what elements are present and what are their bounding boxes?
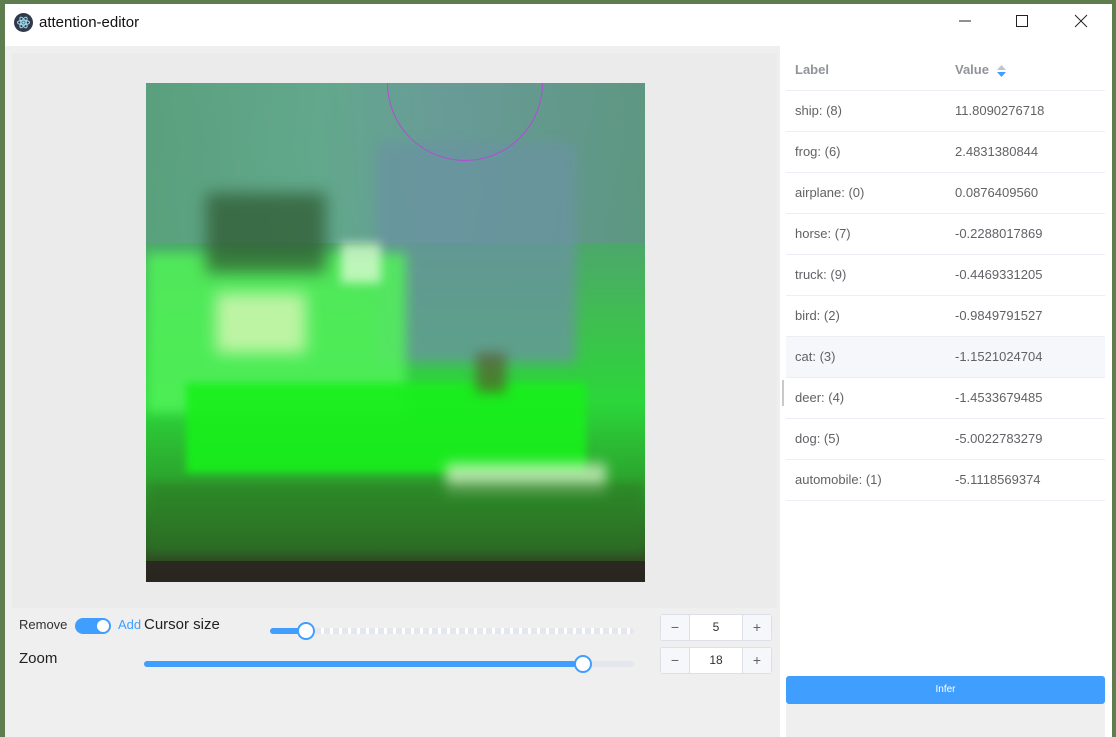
row-value: -1.4533679485 [955, 390, 1043, 405]
canvas-patch [186, 383, 586, 473]
canvas-patch [146, 561, 645, 582]
canvas-patch [376, 143, 576, 363]
row-label: frog: (6) [795, 144, 841, 159]
row-label: horse: (7) [795, 226, 851, 241]
minimize-button[interactable] [936, 4, 994, 38]
row-label: bird: (2) [795, 308, 840, 323]
pane-resize-handle[interactable] [782, 380, 784, 406]
zoom-slider[interactable] [144, 655, 634, 673]
table-header: Label Value [786, 46, 1105, 91]
cursor-size-decrement-button[interactable]: − [661, 615, 690, 640]
cursor-size-value[interactable]: 5 [690, 615, 742, 640]
zoom-label: Zoom [19, 650, 58, 667]
cursor-size-stepper[interactable]: − 5 + [660, 614, 772, 641]
table-row[interactable]: dog: (5) -5.0022783279 [786, 419, 1105, 460]
minimize-icon [959, 20, 971, 22]
cursor-size-increment-button[interactable]: + [742, 615, 771, 640]
close-icon [1074, 14, 1088, 28]
close-button[interactable] [1052, 4, 1110, 38]
title-bar: attention-editor [5, 4, 1112, 40]
mode-remove-label: Remove [19, 617, 68, 632]
toggle-knob [97, 620, 109, 632]
canvas-patch [476, 353, 506, 393]
editor-pane: Remove Add Cursor size − 5 + Zoom − 18 + [5, 46, 780, 737]
row-value: 0.0876409560 [955, 185, 1039, 200]
infer-button[interactable]: Infer [786, 676, 1105, 704]
table-row[interactable]: ship: (8) 11.8090276718 [786, 91, 1105, 132]
remove-add-toggle[interactable] [75, 618, 111, 634]
table-row[interactable]: cat: (3) -1.1521024704 [786, 337, 1105, 378]
table-row[interactable]: truck: (9) -0.4469331205 [786, 255, 1105, 296]
row-value: -5.1118569374 [955, 472, 1041, 487]
table-row[interactable]: automobile: (1) -5.1118569374 [786, 460, 1105, 501]
cursor-size-slider-handle[interactable] [297, 622, 315, 640]
canvas-patch [146, 483, 645, 553]
row-value: -0.9849791527 [955, 308, 1043, 323]
zoom-slider-fill [144, 661, 583, 667]
sort-caret-icon[interactable] [997, 65, 1006, 77]
table-row[interactable]: airplane: (0) 0.0876409560 [786, 173, 1105, 214]
table-row[interactable]: horse: (7) -0.2288017869 [786, 214, 1105, 255]
pane-footer [786, 704, 1105, 737]
row-value: -0.2288017869 [955, 226, 1043, 241]
table-row[interactable]: deer: (4) -1.4533679485 [786, 378, 1105, 419]
canvas-area [12, 53, 777, 608]
attention-image-canvas[interactable] [146, 83, 645, 582]
zoom-slider-handle[interactable] [574, 655, 592, 673]
canvas-patch [206, 193, 326, 273]
window-title: attention-editor [39, 14, 140, 31]
table-row[interactable]: frog: (6) 2.4831380844 [786, 132, 1105, 173]
column-header-value[interactable]: Value [955, 62, 989, 77]
cursor-size-label: Cursor size [144, 616, 220, 633]
row-label: ship: (8) [795, 103, 842, 118]
electron-app-icon [14, 13, 33, 32]
row-value: -5.0022783279 [955, 431, 1043, 446]
row-label: deer: (4) [795, 390, 845, 405]
app-window: attention-editor Remove Add Cursor size … [5, 4, 1112, 737]
maximize-icon [1016, 15, 1028, 27]
maximize-button[interactable] [993, 4, 1051, 38]
row-label: airplane: (0) [795, 185, 865, 200]
cursor-size-slider[interactable] [270, 622, 634, 640]
row-value: 2.4831380844 [955, 144, 1039, 159]
mode-add-label: Add [118, 617, 142, 632]
column-header-label[interactable]: Label [795, 62, 829, 77]
zoom-stepper[interactable]: − 18 + [660, 647, 772, 674]
results-pane: Label Value ship: (8) 11.8090276718 frog: … [786, 46, 1105, 737]
row-value: 11.8090276718 [955, 103, 1045, 118]
canvas-patch [216, 293, 306, 353]
row-value: -1.1521024704 [955, 349, 1043, 364]
row-value: -0.4469331205 [955, 267, 1043, 282]
row-label: truck: (9) [795, 267, 847, 282]
canvas-patch [341, 243, 381, 283]
zoom-increment-button[interactable]: + [742, 648, 771, 673]
row-label: automobile: (1) [795, 472, 882, 487]
zoom-decrement-button[interactable]: − [661, 648, 690, 673]
row-label: cat: (3) [795, 349, 836, 364]
row-label: dog: (5) [795, 431, 840, 446]
table-row[interactable]: bird: (2) -0.9849791527 [786, 296, 1105, 337]
zoom-value[interactable]: 18 [690, 648, 742, 673]
